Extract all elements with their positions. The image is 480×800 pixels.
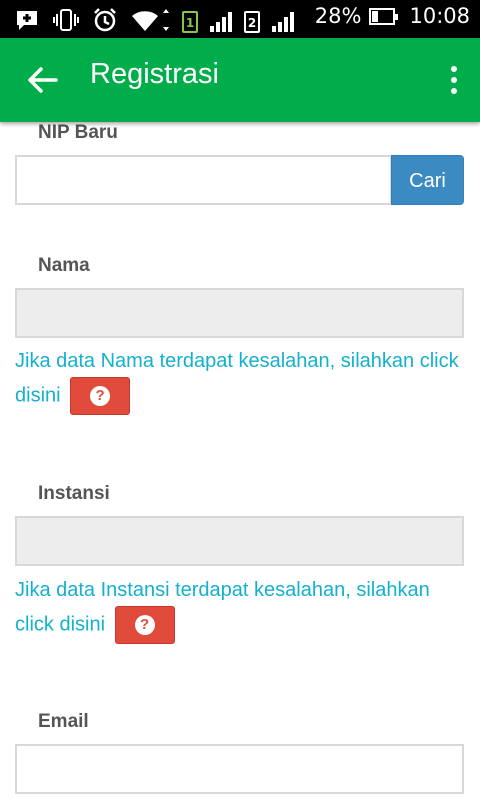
status-bar: 1 2 28% 10:08	[0, 0, 480, 38]
page-title: Registrasi	[90, 58, 219, 90]
email-field[interactable]	[15, 744, 464, 794]
status-right: 28% 10:08	[315, 4, 470, 28]
alarm-icon	[92, 7, 118, 37]
instansi-help-button[interactable]: ?	[114, 606, 175, 644]
question-icon: ?	[90, 386, 111, 406]
email-label: Email	[38, 711, 89, 732]
instansi-label: Instansi	[38, 483, 110, 504]
nip-label: NIP Baru	[38, 122, 118, 143]
vibrate-icon	[52, 8, 80, 36]
signal-sim2-icon	[272, 12, 294, 32]
nama-field	[15, 288, 464, 338]
back-arrow-icon[interactable]	[22, 60, 62, 100]
app-bar: Registrasi	[0, 38, 480, 122]
status-left: 1 2	[14, 7, 294, 37]
overflow-menu-icon[interactable]	[450, 66, 458, 96]
instansi-field	[15, 516, 464, 566]
nip-input[interactable]	[15, 155, 392, 205]
instansi-help-text[interactable]: Jika data Instansi terdapat kesalahan, s…	[15, 579, 430, 635]
sim1-icon: 1	[182, 11, 198, 33]
sim2-icon: 2	[244, 11, 260, 33]
clock: 10:08	[409, 4, 470, 28]
question-icon: ?	[134, 615, 155, 635]
notification-add-icon	[14, 8, 40, 36]
search-button[interactable]: Cari	[391, 155, 464, 205]
signal-sim1-icon	[210, 12, 232, 32]
wifi-icon	[130, 8, 170, 36]
battery-charging-icon	[369, 7, 399, 25]
instansi-help: Jika data Instansi terdapat kesalahan, s…	[15, 574, 470, 644]
nama-label: Nama	[38, 255, 90, 276]
nama-help: Jika data Nama terdapat kesalahan, silah…	[15, 345, 470, 415]
nama-help-button[interactable]: ?	[70, 377, 131, 415]
battery-percent: 28%	[314, 4, 362, 28]
